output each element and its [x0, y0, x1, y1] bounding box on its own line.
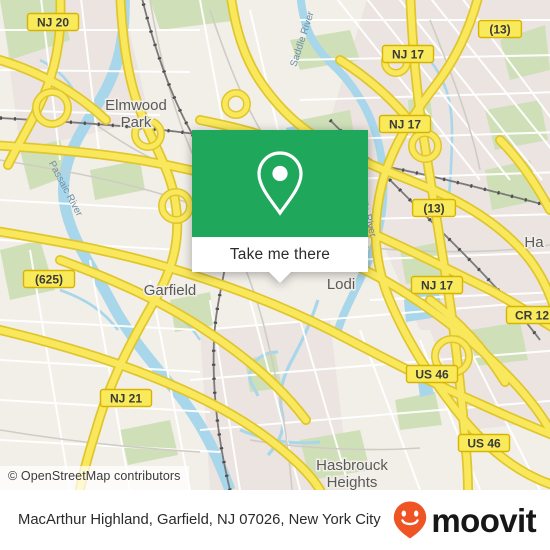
location-popup[interactable]: Take me there	[192, 130, 368, 283]
place-label: Ha	[524, 234, 544, 251]
road-shield-label: (13)	[489, 22, 510, 36]
moovit-pin-smiley-icon	[394, 501, 427, 539]
road-shield-label: (13)	[423, 201, 444, 215]
moovit-map-share-card: " Saddle RiverPassaic RiverSaddle River	[0, 0, 550, 550]
road-shield: NJ 17	[410, 275, 464, 295]
popup-pointer-tail	[269, 272, 291, 283]
moovit-wordmark: moovit	[431, 501, 536, 539]
road-shield: US 46	[405, 364, 459, 384]
map-pin-icon	[257, 150, 303, 216]
road-shield-label: NJ 17	[389, 117, 421, 131]
road-shield: US 46	[457, 433, 511, 453]
road-shield: (13)	[411, 198, 457, 218]
popup-action-bar[interactable]: Take me there	[192, 237, 368, 283]
road-shield: NJ 17	[378, 114, 432, 134]
place-label: Lodi	[327, 276, 355, 293]
road-shield-label: NJ 17	[392, 47, 424, 61]
popup-icon-panel	[192, 130, 368, 237]
road-shield-label: (625)	[35, 272, 63, 286]
road-shield-label: NJ 17	[421, 278, 453, 292]
road-shield-label: NJ 21	[110, 391, 142, 405]
footer-bar: MacArthur Highland, Garfield, NJ 07026, …	[0, 490, 550, 550]
road-shield: NJ 20	[26, 12, 80, 32]
road-shield: (625)	[22, 269, 76, 289]
take-me-there-label: Take me there	[229, 245, 331, 263]
road-shield-label: US 46	[467, 436, 501, 450]
osm-attribution[interactable]: © OpenStreetMap contributors	[0, 466, 189, 490]
place-label: Garfield	[144, 282, 197, 299]
moovit-logo[interactable]: moovit	[391, 500, 537, 540]
road-shield-label: CR 12	[515, 308, 549, 322]
road-shield: (13)	[477, 19, 523, 39]
road-shield: NJ 17	[381, 44, 435, 64]
road-shield: CR 12	[505, 305, 550, 325]
road-shield-label: NJ 20	[37, 15, 69, 29]
address-label: MacArthur Highland, Garfield, NJ 07026, …	[18, 512, 381, 528]
road-shield: NJ 21	[99, 388, 153, 408]
road-shield-label: US 46	[415, 367, 449, 381]
